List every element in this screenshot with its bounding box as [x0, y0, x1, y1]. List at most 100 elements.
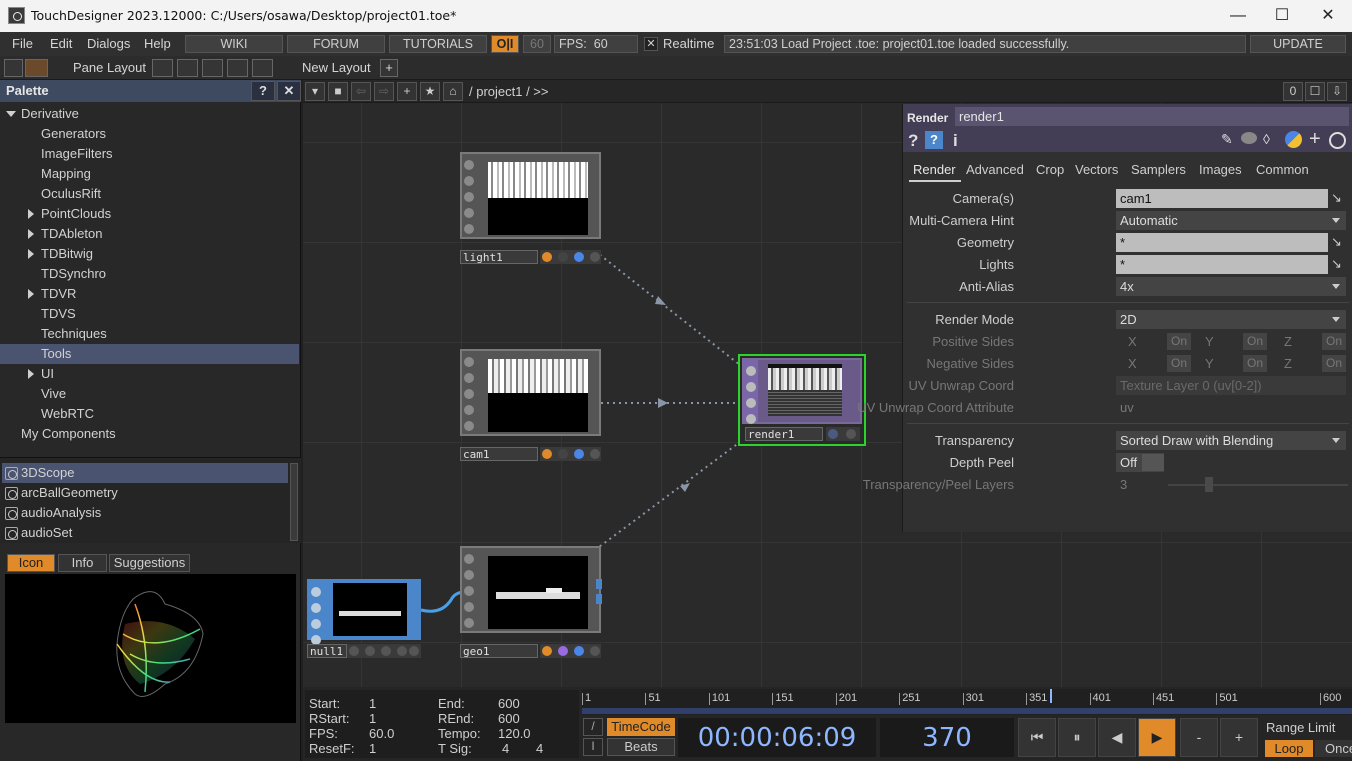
negative-y-toggle[interactable]: On: [1243, 355, 1267, 372]
palette-folder-mapping[interactable]: Mapping: [0, 164, 299, 184]
palette-folder-tdvs[interactable]: TDVS: [0, 304, 299, 324]
minimize-button[interactable]: —: [1220, 4, 1256, 28]
comment-icon[interactable]: [1241, 132, 1257, 144]
palette-folder-pointclouds[interactable]: PointClouds: [0, 204, 299, 224]
expand-triangle-icon[interactable]: [28, 209, 34, 219]
layout-three-icon[interactable]: [227, 59, 248, 77]
tutorials-button[interactable]: TUTORIALS: [389, 35, 487, 53]
timeline-fps-value[interactable]: 60.0: [369, 726, 394, 741]
palette-folder-techniques[interactable]: Techniques: [0, 324, 299, 344]
peellayers-value[interactable]: 3: [1120, 477, 1127, 492]
palette-folder-ui[interactable]: UI: [0, 364, 299, 384]
flag-blue-icon[interactable]: [381, 646, 391, 656]
component-3dscope[interactable]: 3DScope: [2, 463, 288, 483]
expand-triangle-icon[interactable]: [28, 369, 34, 379]
add-layout-button[interactable]: +: [380, 59, 398, 77]
peellayers-slider-track[interactable]: [1168, 484, 1348, 486]
component-audioanalysis[interactable]: audioAnalysis: [2, 503, 288, 523]
palette-folder-tools[interactable]: Tools: [0, 344, 299, 364]
tab-images[interactable]: Images: [1199, 162, 1242, 177]
play-button[interactable]: ▶: [1138, 718, 1176, 757]
menu-help[interactable]: Help: [144, 36, 171, 51]
flag-purple-icon[interactable]: [558, 252, 568, 262]
cameras-field[interactable]: cam1: [1116, 189, 1328, 208]
realtime-checkbox[interactable]: ✕: [644, 37, 658, 51]
info-icon[interactable]: i: [953, 131, 958, 151]
palette-folder-tdbitwig[interactable]: TDBitwig: [0, 244, 299, 264]
pane-logo-icon[interactable]: [25, 59, 48, 77]
fps-cap-field[interactable]: 60: [523, 35, 551, 53]
python-help-icon[interactable]: ?: [925, 131, 943, 149]
pick-arrow-icon[interactable]: ↘: [1331, 190, 1342, 206]
tsig-numerator[interactable]: 4: [502, 741, 509, 756]
beats-toggle[interactable]: Beats: [607, 738, 675, 756]
node-light1[interactable]: light1: [460, 152, 601, 265]
layout-split-h-icon[interactable]: [202, 59, 223, 77]
update-button[interactable]: UPDATE: [1250, 35, 1346, 53]
expand-triangle-icon[interactable]: [28, 289, 34, 299]
end-value[interactable]: 600: [498, 696, 520, 711]
flag-blue-icon[interactable]: [828, 429, 838, 439]
multicam-dropdown[interactable]: Automatic: [1116, 211, 1346, 230]
palette-folder-oculusrift[interactable]: OculusRift: [0, 184, 299, 204]
palette-folder-generators[interactable]: Generators: [0, 124, 299, 144]
node-name-label[interactable]: geo1: [460, 644, 538, 658]
timeline-ruler[interactable]: 1 51 101 151 201 251 301 351 401 451 501 600: [582, 689, 1352, 715]
layout-quad-icon[interactable]: [252, 59, 273, 77]
tsig-denominator[interactable]: 4: [536, 741, 543, 756]
loop-toggle[interactable]: Loop: [1265, 740, 1313, 757]
pane-home-icon[interactable]: [4, 59, 23, 77]
tab-info[interactable]: Info: [58, 554, 107, 572]
layout-split-v-icon[interactable]: [177, 59, 198, 77]
node-null1[interactable]: null1: [307, 579, 421, 659]
once-toggle[interactable]: Once: [1315, 740, 1352, 757]
pick-arrow-icon[interactable]: ↘: [1331, 234, 1342, 250]
rstart-value[interactable]: 1: [369, 711, 376, 726]
uvattr-value[interactable]: uv: [1120, 400, 1134, 415]
node-render1[interactable]: render1: [738, 354, 866, 446]
python-icon[interactable]: [1285, 131, 1302, 148]
antialias-dropdown[interactable]: 4x: [1116, 277, 1346, 296]
layout-single-icon[interactable]: [152, 59, 173, 77]
flag-add-icon[interactable]: [846, 429, 856, 439]
timecode-display[interactable]: 00:00:06:09: [678, 718, 876, 757]
start-value[interactable]: 1: [369, 696, 376, 711]
flag-blue-icon[interactable]: [397, 646, 407, 656]
timeline-bar-icon[interactable]: I: [583, 738, 603, 756]
frame-display[interactable]: 370: [880, 718, 1014, 757]
tab-icon[interactable]: Icon: [7, 554, 55, 572]
positive-z-toggle[interactable]: On: [1322, 333, 1346, 350]
op-name-field[interactable]: render1: [955, 107, 1349, 126]
negative-x-toggle[interactable]: On: [1167, 355, 1191, 372]
flag-orange-icon[interactable]: [542, 252, 552, 262]
menu-dialogs[interactable]: Dialogs: [87, 36, 130, 51]
tab-common[interactable]: Common: [1256, 162, 1309, 177]
rewind-to-start-button[interactable]: ⏮: [1018, 718, 1056, 757]
menu-file[interactable]: File: [12, 36, 33, 51]
positive-x-toggle[interactable]: On: [1167, 333, 1191, 350]
component-list-scrollbar[interactable]: [290, 463, 298, 541]
maximize-button[interactable]: ☐: [1264, 4, 1300, 28]
transparency-dropdown[interactable]: Sorted Draw with Blending: [1116, 431, 1346, 450]
pause-button[interactable]: ⏸: [1058, 718, 1096, 757]
tab-suggestions[interactable]: Suggestions: [109, 554, 190, 572]
playhead[interactable]: [1050, 689, 1053, 703]
flag-add-icon[interactable]: [590, 252, 600, 262]
menu-edit[interactable]: Edit: [50, 36, 72, 51]
palette-folder-webrtc[interactable]: WebRTC: [0, 404, 299, 424]
flag-blue-icon[interactable]: [574, 252, 584, 262]
node-name-label[interactable]: cam1: [460, 447, 538, 461]
output-connector[interactable]: [596, 579, 602, 589]
lights-field[interactable]: *: [1116, 255, 1328, 274]
palette-folder-vive[interactable]: Vive: [0, 384, 299, 404]
flag-purple-icon[interactable]: [365, 646, 375, 656]
flag-blue-icon[interactable]: [574, 449, 584, 459]
component-arcballgeometry[interactable]: arcBallGeometry: [2, 483, 288, 503]
tab-vectors[interactable]: Vectors: [1075, 162, 1118, 177]
timeline-slash-icon[interactable]: /: [583, 718, 603, 736]
expand-triangle-icon[interactable]: [28, 249, 34, 259]
tab-crop[interactable]: Crop: [1036, 162, 1064, 177]
step-back-button[interactable]: ◀: [1098, 718, 1136, 757]
tab-advanced[interactable]: Advanced: [966, 162, 1024, 177]
depthpeel-toggle[interactable]: Off: [1116, 453, 1164, 472]
